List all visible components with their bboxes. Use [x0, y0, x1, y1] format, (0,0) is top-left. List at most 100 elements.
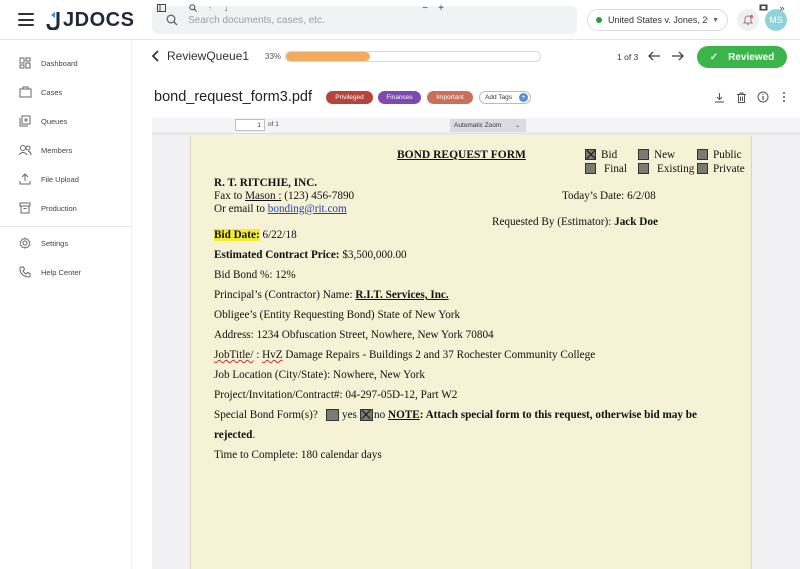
- logo-mark-icon: [46, 11, 60, 30]
- pagination-text: 1 of 3: [617, 52, 639, 62]
- chevron-down-icon: ⌄: [514, 123, 520, 129]
- bid-bond-line: Bid Bond %: 12%: [214, 269, 296, 281]
- tag-finances[interactable]: Finances: [378, 91, 421, 104]
- checkbox-final-label: Final: [604, 163, 627, 175]
- bell-icon: [742, 14, 754, 26]
- sidebar-item-queues[interactable]: Queues: [0, 111, 131, 131]
- queue-icon: [18, 114, 32, 128]
- search-input[interactable]: [188, 14, 548, 26]
- special-yes-label: yes: [342, 409, 357, 421]
- app-logo[interactable]: JDOCS: [46, 9, 134, 31]
- checkbox-new-label: New: [654, 149, 676, 161]
- contract-price-label: Estimated Contract Price:: [214, 249, 340, 261]
- checkbox-public-label: Public: [713, 149, 742, 161]
- checkbox-special-no[interactable]: [360, 409, 373, 421]
- sidebar-item-members[interactable]: Members: [0, 140, 131, 160]
- sidebar-item-cases[interactable]: Cases: [0, 82, 131, 102]
- tag-important[interactable]: Important: [427, 91, 473, 104]
- fax-number: (123) 456-7890: [284, 190, 355, 202]
- project-line: Project/Invitation/Contract#: 04-297-05D…: [214, 389, 458, 401]
- sidebar-item-settings[interactable]: Settings: [0, 233, 131, 253]
- logo-text: JDOCS: [63, 8, 135, 31]
- principal-label: Principal’s (Contractor) Name:: [214, 289, 353, 301]
- email-prefix: Or email to: [214, 203, 265, 215]
- todays-date-line: Today’s Date: 6/2/08: [562, 190, 656, 202]
- case-selector-label: United States v. Jones, 20...: [608, 15, 708, 25]
- bid-date-line: Bid Date: 6/22/18: [214, 229, 297, 241]
- arrow-left-icon[interactable]: [647, 50, 661, 62]
- tag-privileged[interactable]: Privileged: [326, 91, 373, 104]
- company-name: R. T. RITCHIE, INC.: [214, 177, 318, 189]
- principal-value: R.I.T. Services, Inc.: [355, 289, 449, 301]
- job-title-label: JobTitle/: [214, 349, 254, 361]
- fax-name: Mason :: [245, 190, 282, 202]
- back-arrow-icon[interactable]: [150, 49, 162, 63]
- bid-date-value: 6/22/18: [262, 229, 297, 241]
- gear-icon: [18, 236, 32, 250]
- checkbox-private[interactable]: [697, 163, 708, 174]
- sidebar-item-label: Dashboard: [41, 58, 78, 68]
- arrow-down-icon[interactable]: ↓: [221, 2, 231, 14]
- principal-line: Principal’s (Contractor) Name: R.I.T. Se…: [214, 289, 449, 301]
- case-status-dot: [596, 17, 602, 23]
- add-tags-button[interactable]: Add Tags +: [479, 91, 531, 104]
- checkbox-special-yes[interactable]: [326, 409, 339, 421]
- checkbox-final[interactable]: [585, 163, 596, 174]
- checkbox-existing-label: Existing: [657, 163, 695, 175]
- arrow-right-icon[interactable]: [671, 50, 685, 62]
- todays-date-label: Today’s Date:: [562, 190, 625, 202]
- fax-prefix: Fax to: [214, 190, 243, 202]
- sidebar-item-label: Queues: [41, 116, 68, 126]
- members-icon: [18, 143, 32, 157]
- arrow-up-icon[interactable]: ↑: [205, 2, 215, 14]
- sidebar-item-file-upload[interactable]: File Upload: [0, 169, 131, 189]
- sidebar-item-dashboard[interactable]: Dashboard: [0, 53, 131, 73]
- checkbox-existing[interactable]: [638, 163, 649, 174]
- checkbox-public[interactable]: [697, 149, 708, 160]
- tools-menu-icon[interactable]: »: [777, 2, 787, 14]
- search-icon[interactable]: [188, 2, 198, 14]
- progress-percent: 33%: [265, 52, 282, 61]
- notification-bell[interactable]: [737, 9, 759, 31]
- sidebar-item-production[interactable]: Production: [0, 198, 131, 218]
- checkbox-bid[interactable]: [585, 149, 596, 160]
- add-tags-label: Add Tags: [485, 94, 512, 101]
- zoom-out-icon[interactable]: −: [420, 2, 430, 14]
- menu-icon[interactable]: [18, 13, 34, 26]
- address-line: Address: 1234 Obfuscation Street, Nowher…: [214, 329, 494, 341]
- case-selector[interactable]: United States v. Jones, 20... ▼: [587, 9, 728, 31]
- zoom-label: Automatic Zoom: [454, 122, 502, 129]
- requested-by-label: Requested By (Estimator):: [492, 216, 612, 228]
- requested-by-value: Jack Doe: [614, 216, 658, 228]
- trash-icon[interactable]: [734, 90, 748, 104]
- job-location-line: Job Location (City/State): Nowhere, New …: [214, 369, 425, 381]
- page-number-input[interactable]: [235, 119, 265, 131]
- reviewed-button[interactable]: ✓ Reviewed: [697, 46, 787, 68]
- presentation-icon[interactable]: [758, 2, 768, 14]
- zoom-select[interactable]: Automatic Zoom ⌄: [450, 119, 526, 132]
- email-link[interactable]: bonding@rit.com: [268, 203, 347, 215]
- info-icon[interactable]: [756, 90, 770, 104]
- zoom-in-icon[interactable]: +: [436, 2, 446, 14]
- special-no-label: no: [374, 409, 386, 421]
- sidebar-item-help-center[interactable]: Help Center: [0, 262, 131, 282]
- archive-icon: [18, 201, 32, 215]
- search-bar[interactable]: [152, 6, 577, 34]
- more-vertical-icon[interactable]: [777, 90, 791, 104]
- briefcase-icon: [18, 85, 32, 99]
- checkbox-new[interactable]: [638, 149, 649, 160]
- form-title: BOND REQUEST FORM: [397, 149, 526, 161]
- download-icon[interactable]: [712, 90, 726, 104]
- sidebar-toggle-icon[interactable]: [156, 2, 166, 14]
- queue-title: ReviewQueue1: [167, 49, 250, 63]
- sidebar-item-label: Members: [41, 145, 73, 155]
- check-icon: ✓: [709, 51, 719, 63]
- checkbox-private-label: Private: [713, 163, 745, 175]
- contract-price-line: Estimated Contract Price: $3,500,000.00: [214, 249, 407, 261]
- note-label: NOTE: [387, 409, 420, 421]
- email-line: Or email to bonding@rit.com: [214, 203, 347, 215]
- job-title-line: JobTitle/ : HvZ Damage Repairs - Buildin…: [214, 349, 595, 361]
- sidebar-item-label: Settings: [41, 238, 69, 248]
- job-title-value: Damage Repairs - Buildings 2 and 37 Roch…: [285, 349, 596, 361]
- note-period: .: [252, 429, 256, 441]
